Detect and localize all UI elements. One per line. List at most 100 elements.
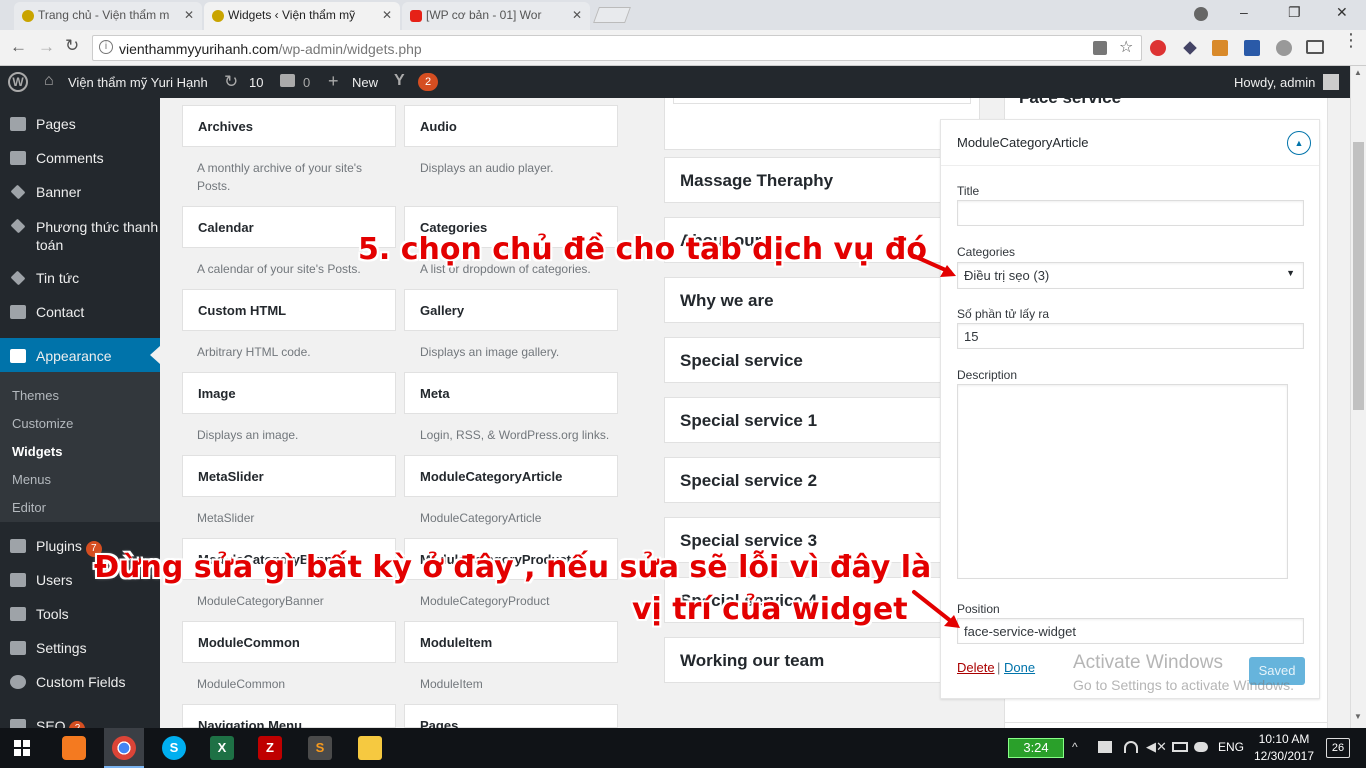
widget-pages[interactable]: Pages xyxy=(404,704,618,733)
widget-audio[interactable]: Audio xyxy=(404,105,618,147)
count-input[interactable]: 15 xyxy=(957,323,1304,349)
submenu-customize[interactable]: Customize xyxy=(12,416,73,431)
sidebar-item-tools[interactable]: Tools xyxy=(0,606,160,622)
browser-tab[interactable]: [WP cơ bản - 01] Wor ✕ xyxy=(402,2,590,30)
wifi-icon[interactable] xyxy=(1124,741,1138,753)
new-content-link[interactable]: New xyxy=(352,75,378,90)
widget-navigation-menu[interactable]: Navigation Menu xyxy=(182,704,396,733)
site-name-link[interactable]: Viện thẩm mỹ Yuri Hạnh xyxy=(68,75,208,90)
tray-chevron-icon[interactable]: ^ xyxy=(1072,740,1078,754)
submenu-editor[interactable]: Editor xyxy=(12,500,46,515)
file-explorer-icon[interactable] xyxy=(358,736,382,760)
howdy-link[interactable]: Howdy, admin xyxy=(1234,75,1315,90)
sidebar-item-contact[interactable]: Contact xyxy=(0,304,160,320)
new-tab-button[interactable] xyxy=(593,7,631,23)
language-indicator[interactable]: ENG xyxy=(1218,740,1244,754)
minimize-icon[interactable]: – xyxy=(1240,4,1248,20)
categories-select[interactable]: Điều trị sẹo (3) ▼ xyxy=(957,262,1304,289)
widget-modulecommon[interactable]: ModuleCommon xyxy=(182,621,396,663)
extension-icon[interactable] xyxy=(1212,40,1228,56)
delete-link[interactable]: Delete xyxy=(957,660,995,675)
position-input[interactable]: face-service-widget xyxy=(957,618,1304,644)
widget-area-massage[interactable]: Massage Theraphy xyxy=(664,157,980,203)
skype-icon[interactable]: S xyxy=(162,736,186,760)
sidebar-item-pages[interactable]: Pages xyxy=(0,116,160,132)
widget-custom-html[interactable]: Custom HTML xyxy=(182,289,396,331)
widget-form-header[interactable]: ModuleCategoryArticle ▲ xyxy=(941,120,1319,166)
windows-start-icon[interactable] xyxy=(14,740,30,756)
sidebar-item-settings[interactable]: Settings xyxy=(0,640,160,656)
timer-widget[interactable]: 3:24 xyxy=(1008,738,1064,758)
widget-moduleitem[interactable]: ModuleItem xyxy=(404,621,618,663)
xampp-icon[interactable] xyxy=(62,736,86,760)
close-tab-icon[interactable]: ✕ xyxy=(184,8,194,22)
widget-archives[interactable]: Archives xyxy=(182,105,396,147)
sidebar-item-appearance[interactable]: Appearance xyxy=(0,338,160,372)
sidebar-item-comments[interactable]: Comments xyxy=(0,150,160,166)
annotation-arrow-icon xyxy=(912,590,960,628)
submenu-widgets[interactable]: Widgets xyxy=(12,444,62,459)
info-icon[interactable]: i xyxy=(99,40,113,54)
scrollbar-thumb[interactable] xyxy=(1353,142,1364,410)
sublime-icon[interactable]: S xyxy=(308,736,332,760)
extension-icon[interactable] xyxy=(1183,41,1197,55)
widget-area-special-service-1[interactable]: Special service 1 xyxy=(664,397,980,443)
battery-icon[interactable] xyxy=(1172,742,1188,752)
sidebar-item-custom-fields[interactable]: Custom Fields xyxy=(0,674,160,690)
back-icon[interactable]: ← xyxy=(10,37,27,57)
chrome-icon[interactable] xyxy=(112,736,136,760)
volume-mute-icon[interactable]: ◀✕ xyxy=(1146,739,1167,755)
wordpress-logo-icon[interactable]: W xyxy=(8,72,28,92)
done-link[interactable]: Done xyxy=(1004,660,1035,675)
widget-modulecategoryarticle[interactable]: ModuleCategoryArticle xyxy=(404,455,618,497)
widget-image[interactable]: Image xyxy=(182,372,396,414)
collapse-toggle-icon[interactable]: ▲ xyxy=(1287,131,1311,155)
widget-area-special-service[interactable]: Special service xyxy=(664,337,980,383)
clock-time[interactable]: 10:10 AM xyxy=(1253,732,1315,746)
submenu-themes[interactable]: Themes xyxy=(12,388,59,403)
comments-count[interactable]: 0 xyxy=(303,75,310,90)
widget-metaslider[interactable]: MetaSlider xyxy=(182,455,396,497)
cast-icon[interactable] xyxy=(1306,40,1324,54)
page-scrollbar[interactable]: ▲ ▼ xyxy=(1350,66,1366,728)
widget-area-special-service-2[interactable]: Special service 2 xyxy=(664,457,980,503)
extension-icon[interactable] xyxy=(1244,40,1260,56)
widget-area-why[interactable]: Why we are xyxy=(664,277,980,323)
restore-icon[interactable]: ❐ xyxy=(1288,4,1301,21)
updates-count[interactable]: 10 xyxy=(249,75,263,90)
bookmark-star-icon[interactable]: ☆ xyxy=(1119,37,1133,57)
profile-icon[interactable] xyxy=(1194,7,1208,21)
close-tab-icon[interactable]: ✕ xyxy=(572,8,582,22)
widget-area-working-team[interactable]: Working our team xyxy=(664,637,980,683)
scroll-up-icon[interactable]: ▲ xyxy=(1354,68,1362,77)
sidebar-item-payment[interactable]: Phương thức thanh toán xyxy=(0,218,160,254)
extension-icon[interactable] xyxy=(1276,40,1292,56)
sidebar-item-banner[interactable]: Banner xyxy=(0,184,160,200)
widget-gallery[interactable]: Gallery xyxy=(404,289,618,331)
yoast-icon[interactable]: Y xyxy=(394,72,405,90)
excel-icon[interactable]: X xyxy=(210,736,234,760)
clock-date[interactable]: 12/30/2017 xyxy=(1253,749,1315,763)
translate-icon[interactable] xyxy=(1093,41,1107,55)
widget-area-title[interactable]: Face service xyxy=(1019,88,1121,108)
close-window-icon[interactable]: ✕ xyxy=(1336,4,1348,21)
sidebar-item-news[interactable]: Tin tức xyxy=(0,270,160,286)
browser-tab-active[interactable]: Widgets ‹ Viện thẩm mỹ ✕ xyxy=(204,2,400,30)
onedrive-icon[interactable] xyxy=(1194,742,1208,752)
avatar[interactable] xyxy=(1323,74,1339,90)
widget-meta[interactable]: Meta xyxy=(404,372,618,414)
forward-icon[interactable]: → xyxy=(38,37,55,57)
reload-icon[interactable]: ↻ xyxy=(65,36,79,56)
title-input[interactable] xyxy=(957,200,1304,226)
extension-icon[interactable] xyxy=(1150,40,1166,56)
description-textarea[interactable] xyxy=(957,384,1288,579)
dropbox-icon[interactable] xyxy=(1098,741,1112,753)
submenu-menus[interactable]: Menus xyxy=(12,472,51,487)
notification-center-icon[interactable]: 26 xyxy=(1326,738,1350,758)
scroll-down-icon[interactable]: ▼ xyxy=(1354,712,1362,721)
filezilla-icon[interactable]: Z xyxy=(258,736,282,760)
browser-tab[interactable]: Trang chủ - Viện thẩm m ✕ xyxy=(14,2,202,30)
close-tab-icon[interactable]: ✕ xyxy=(382,8,392,22)
address-bar[interactable]: i vienthammyyurihanh.com/wp-admin/widget… xyxy=(92,35,1142,61)
menu-dots-icon[interactable]: ⋮ xyxy=(1342,31,1360,49)
